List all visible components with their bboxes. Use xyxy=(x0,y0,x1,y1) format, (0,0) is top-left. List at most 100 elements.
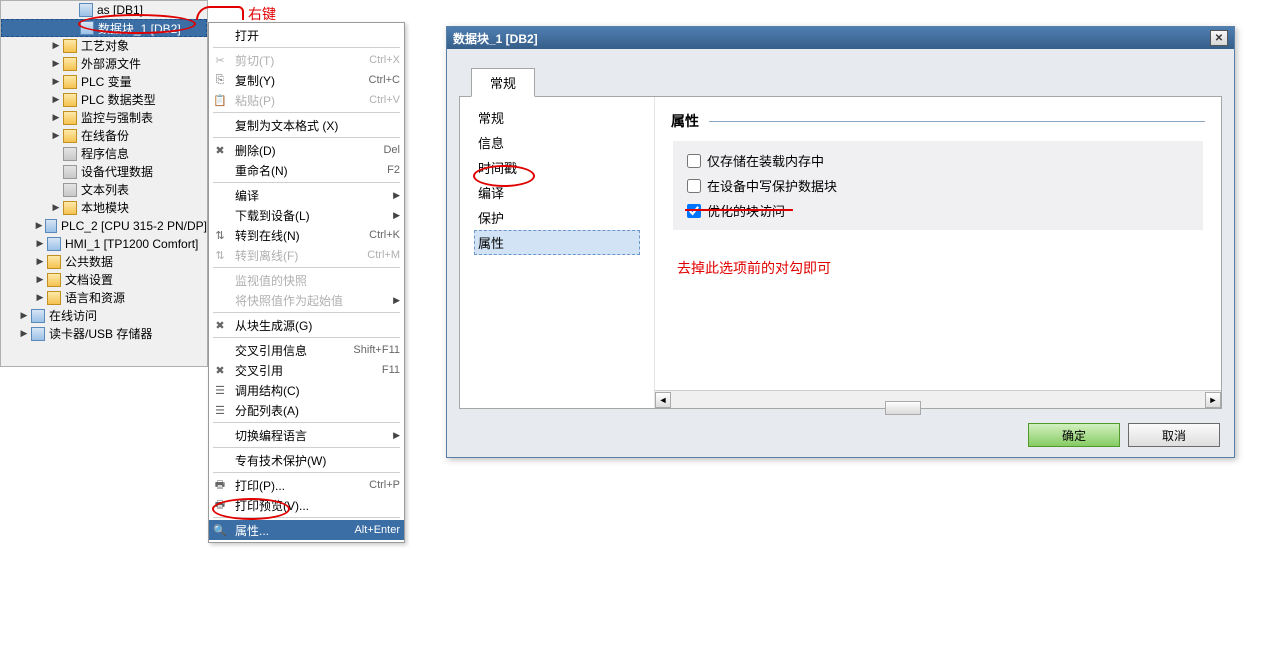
checkbox-input[interactable] xyxy=(687,154,701,168)
menu-item-icon: ✂ xyxy=(211,52,229,68)
device-icon xyxy=(31,309,45,323)
tree-item[interactable]: ▶文档设置 xyxy=(1,271,207,289)
menu-item[interactable]: ⇅转到在线(N)Ctrl+K xyxy=(209,225,404,245)
menu-item-icon xyxy=(211,272,229,288)
expander-icon[interactable]: ▶ xyxy=(35,239,45,249)
tree-item[interactable]: as [DB1] xyxy=(1,1,207,19)
menu-item[interactable]: 下载到设备(L)▶ xyxy=(209,205,404,225)
scroll-right-arrow[interactable]: ► xyxy=(1205,392,1221,408)
submenu-arrow-icon: ▶ xyxy=(393,190,400,201)
tree-item-label: HMI_1 [TP1200 Comfort] xyxy=(65,237,198,251)
expander-icon[interactable] xyxy=(51,167,61,177)
menu-item-icon: ☰ xyxy=(211,402,229,418)
dialog-title-text: 数据块_1 [DB2] xyxy=(453,30,538,47)
menu-item[interactable]: 编译▶ xyxy=(209,185,404,205)
dialog-category-item[interactable]: 时间戳 xyxy=(474,155,640,180)
menu-item[interactable]: 🖶打印(P)...Ctrl+P xyxy=(209,475,404,495)
tree-item[interactable]: ▶ 工艺对象 xyxy=(1,37,207,55)
menu-item[interactable]: ⎘复制(Y)Ctrl+C xyxy=(209,70,404,90)
menu-item[interactable]: ✖交叉引用F11 xyxy=(209,360,404,380)
tree-item-label: PLC 数据类型 xyxy=(81,91,156,108)
menu-item[interactable]: ✖删除(D)Del xyxy=(209,140,404,160)
tree-item[interactable]: ▶语言和资源 xyxy=(1,289,207,307)
menu-item[interactable]: ☰调用结构(C) xyxy=(209,380,404,400)
dialog-right-pane: 属性 仅存储在装载内存中在设备中写保护数据块优化的块访问 去掉此选项前的对勾即可… xyxy=(655,97,1221,408)
menu-item-shortcut: Ctrl+K xyxy=(369,229,400,241)
menu-item-label: 从块生成源(G) xyxy=(235,317,400,334)
dialog-category-item[interactable]: 保护 xyxy=(474,205,640,230)
dialog-checkbox-row[interactable]: 在设备中写保护数据块 xyxy=(687,176,1189,195)
menu-item-icon: ⎘ xyxy=(211,72,229,88)
menu-item[interactable]: ☰分配列表(A) xyxy=(209,400,404,420)
menu-item[interactable]: 打开 xyxy=(209,25,404,45)
gray-icon xyxy=(63,165,77,179)
dialog-category-item[interactable]: 编译 xyxy=(474,180,640,205)
expander-icon[interactable]: ▶ xyxy=(19,329,29,339)
tree-item-label: 数据块_1 [DB2] xyxy=(98,20,181,37)
tree-item[interactable]: ▶PLC 变量 xyxy=(1,73,207,91)
expander-icon[interactable] xyxy=(68,23,78,33)
dialog-horizontal-scrollbar[interactable]: ◄ ► xyxy=(655,390,1221,408)
tree-item[interactable]: ▶读卡器/USB 存储器 xyxy=(1,325,207,343)
menu-item[interactable]: 专有技术保护(W) xyxy=(209,450,404,470)
tree-item-label: 程序信息 xyxy=(81,145,129,162)
dialog-category-item[interactable]: 信息 xyxy=(474,130,640,155)
dialog-button-row: 确定 取消 xyxy=(447,417,1234,457)
dialog-category-item[interactable]: 常规 xyxy=(474,105,640,130)
menu-separator xyxy=(213,337,400,338)
tree-item[interactable]: ▶外部源文件 xyxy=(1,55,207,73)
expander-icon[interactable]: ▶ xyxy=(51,203,61,213)
scroll-thumb[interactable] xyxy=(885,401,921,415)
checkbox-input[interactable] xyxy=(687,179,701,193)
tree-item[interactable]: ▶ HMI_1 [TP1200 Comfort] xyxy=(1,235,207,253)
submenu-arrow-icon: ▶ xyxy=(393,295,400,306)
expander-icon[interactable]: ▶ xyxy=(51,41,61,51)
dialog-checkbox-row[interactable]: 仅存储在装载内存中 xyxy=(687,151,1189,170)
expander-icon[interactable]: ▶ xyxy=(35,257,45,267)
tree-item-label: 工艺对象 xyxy=(81,37,129,54)
tree-item[interactable]: ▶PLC_2 [CPU 315-2 PN/DP] xyxy=(1,217,207,235)
expander-icon[interactable]: ▶ xyxy=(51,59,61,69)
menu-item-icon: 🖶 xyxy=(211,497,229,513)
folder-icon xyxy=(63,57,77,71)
tree-item[interactable]: 程序信息 xyxy=(1,145,207,163)
dialog-body: 常规 常规信息时间戳编译保护属性 属性 仅存储在装载内存中在设备中写保护数据块优… xyxy=(447,49,1234,417)
tree-item[interactable]: 数据块_1 [DB2] xyxy=(1,19,207,37)
tree-item[interactable]: ▶公共数据 xyxy=(1,253,207,271)
expander-icon[interactable] xyxy=(51,185,61,195)
dialog-close-button[interactable]: ✕ xyxy=(1210,30,1228,46)
menu-item[interactable]: 重命名(N)F2 xyxy=(209,160,404,180)
menu-item[interactable]: 🔍属性...Alt+Enter xyxy=(209,520,404,540)
expander-icon[interactable] xyxy=(67,5,77,15)
tree-item[interactable]: 设备代理数据 xyxy=(1,163,207,181)
dialog-category-item[interactable]: 属性 xyxy=(474,230,640,255)
menu-item: ⇅转到离线(F)Ctrl+M xyxy=(209,245,404,265)
expander-icon[interactable]: ▶ xyxy=(35,221,43,231)
tree-item[interactable]: ▶ PLC 数据类型 xyxy=(1,91,207,109)
dialog-tab-general[interactable]: 常规 xyxy=(471,68,535,97)
menu-item-label: 复制为文本格式 (X) xyxy=(235,117,400,134)
tree-item[interactable]: ▶本地模块 xyxy=(1,199,207,217)
tree-item[interactable]: 文本列表 xyxy=(1,181,207,199)
menu-item[interactable]: ✖从块生成源(G) xyxy=(209,315,404,335)
expander-icon[interactable] xyxy=(51,149,61,159)
tree-item[interactable]: ▶监控与强制表 xyxy=(1,109,207,127)
menu-item[interactable]: 🖶打印预览(V)... xyxy=(209,495,404,515)
cancel-button[interactable]: 取消 xyxy=(1128,423,1220,447)
expander-icon[interactable]: ▶ xyxy=(51,131,61,141)
tree-item[interactable]: ▶在线访问 xyxy=(1,307,207,325)
expander-icon[interactable]: ▶ xyxy=(19,311,29,321)
expander-icon[interactable]: ▶ xyxy=(51,77,61,87)
expander-icon[interactable]: ▶ xyxy=(51,113,61,123)
expander-icon[interactable]: ▶ xyxy=(35,275,45,285)
expander-icon[interactable]: ▶ xyxy=(51,95,61,105)
expander-icon[interactable]: ▶ xyxy=(35,293,45,303)
tree-item[interactable]: ▶在线备份 xyxy=(1,127,207,145)
menu-item-label: 切换编程语言 xyxy=(235,427,389,444)
menu-item[interactable]: 切换编程语言▶ xyxy=(209,425,404,445)
menu-item-icon xyxy=(211,27,229,43)
scroll-left-arrow[interactable]: ◄ xyxy=(655,392,671,408)
menu-item[interactable]: 复制为文本格式 (X) xyxy=(209,115,404,135)
menu-item[interactable]: 交叉引用信息Shift+F11 xyxy=(209,340,404,360)
ok-button[interactable]: 确定 xyxy=(1028,423,1120,447)
